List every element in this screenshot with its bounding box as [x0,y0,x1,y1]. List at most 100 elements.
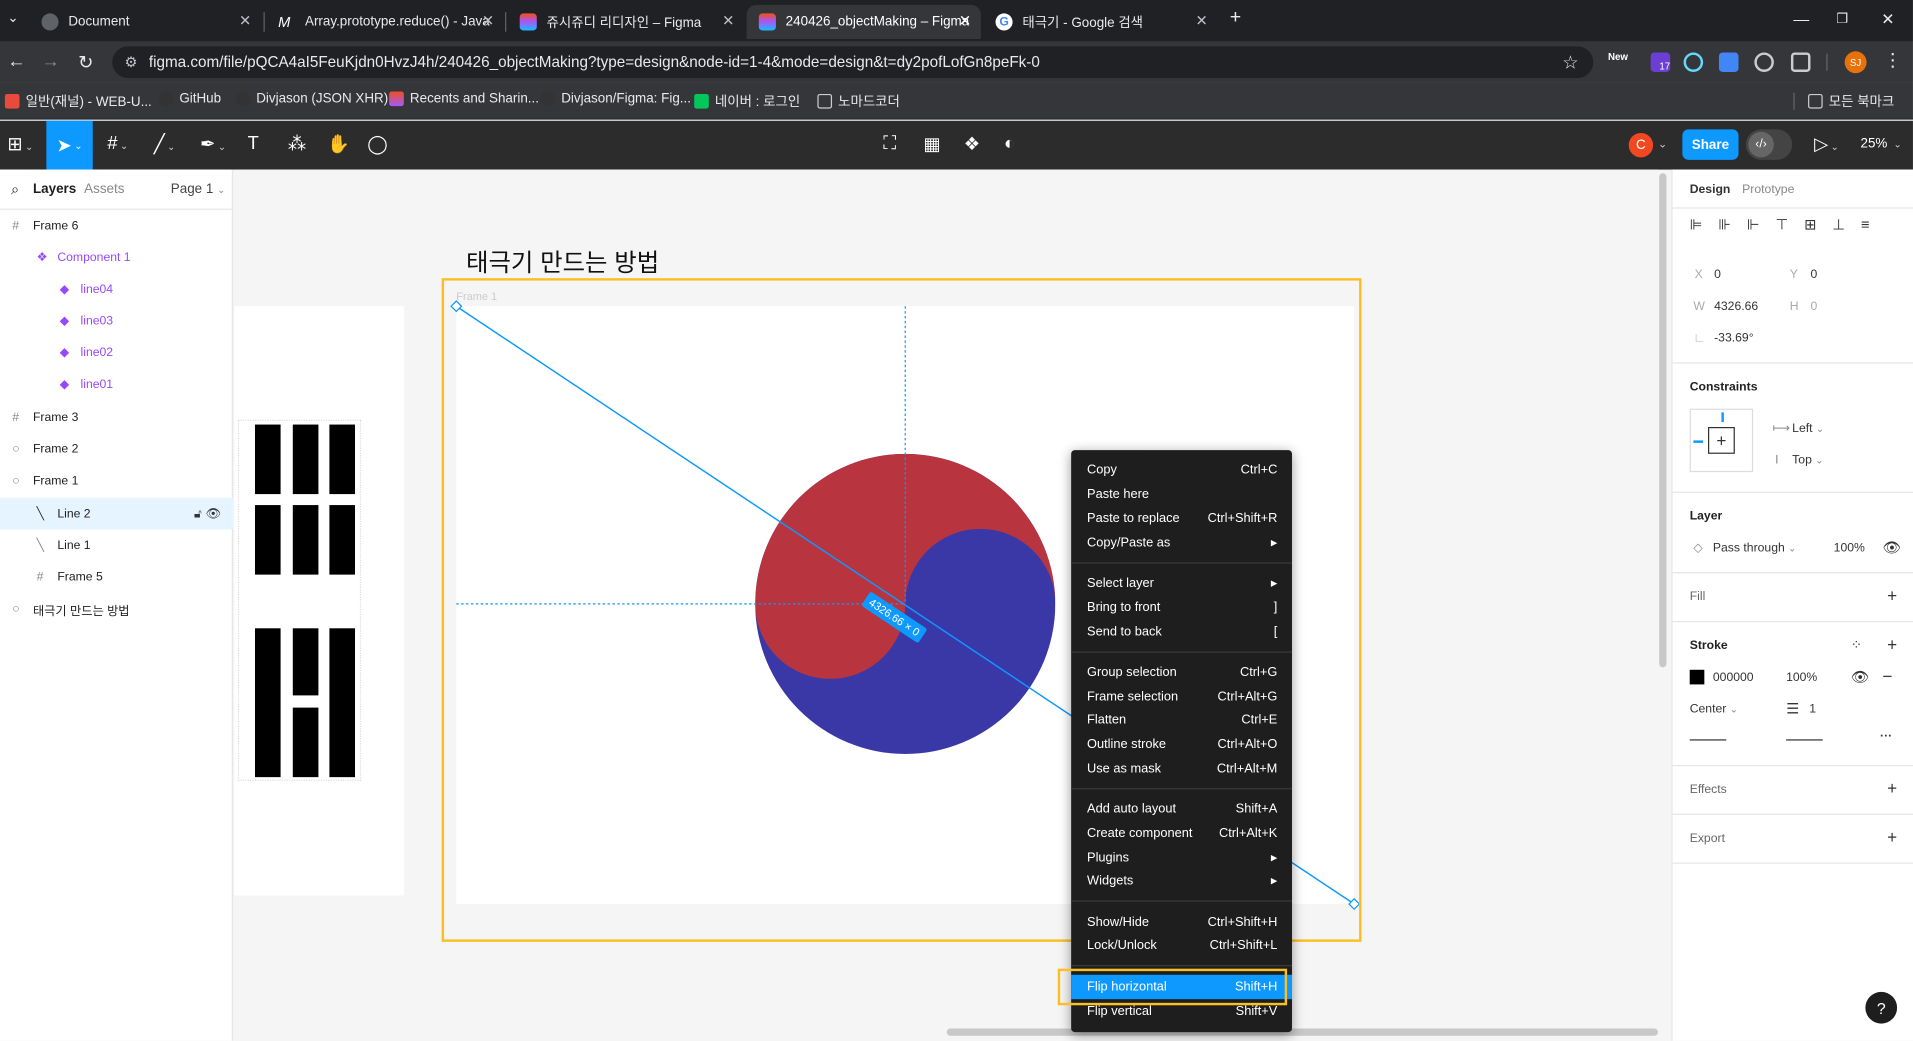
menu-item-paste-replace[interactable]: Paste to replace Ctrl+Shift+R [1071,506,1292,530]
y-field[interactable]: 0 [1810,268,1817,281]
close-icon[interactable]: ✕ [959,12,971,29]
design-canvas[interactable]: 태극기 만드는 방법 Frame 1 4326.66 × 0 [234,169,1658,1041]
frame-selection-icon[interactable]: ⛶ [883,133,896,154]
horizontal-scrollbar[interactable] [946,1028,1658,1036]
help-button[interactable]: ? [1865,991,1898,1024]
new-extension-icon[interactable]: New [1608,51,1628,62]
reload-icon[interactable]: ↻ [78,51,93,73]
dev-mode-toggle[interactable]: ‹/› [1745,129,1793,160]
share-button[interactable]: Share [1682,129,1739,160]
layer-row[interactable]: ◆ line02 [0,337,233,369]
frame-tool-icon[interactable]: # ⌄ [107,133,128,154]
text-tool-icon[interactable]: T [248,133,259,154]
page-selector[interactable]: Page 1 ⌄ [171,182,225,197]
menu-item-group[interactable]: Group selection Ctrl+G [1071,660,1292,684]
layer-row[interactable]: ◆ line04 [0,273,233,305]
add-effect-icon[interactable]: + [1887,778,1897,798]
close-icon[interactable]: ✕ [239,12,251,29]
contrast-icon[interactable]: ◐ [1004,133,1015,154]
layer-row[interactable]: # Frame 6 [0,210,233,242]
layer-row[interactable]: ◆ line01 [0,368,233,400]
add-fill-icon[interactable]: + [1887,586,1897,606]
alignment-icons[interactable]: ⊫⊪⊩⊤⊞⊥≡ [1690,216,1886,233]
bookmark-item[interactable]: GitHub [158,91,221,107]
menu-item-use-as-mask[interactable]: Use as mask Ctrl+Alt+M [1071,756,1292,780]
stroke-opacity-field[interactable]: 100% [1786,671,1817,684]
layer-row-selected[interactable]: ╲ Line 2 🔓︎ 👁︎ [0,497,234,530]
layer-row[interactable]: ❖ Component 1 [0,242,233,274]
component-icon[interactable]: ❖ [964,133,980,155]
menu-item-flatten[interactable]: Flatten Ctrl+E [1071,708,1292,732]
docs-extension-icon[interactable] [1718,52,1739,72]
rotation-field[interactable]: -33.69° [1714,332,1753,345]
stroke-start-cap[interactable] [1689,739,1727,741]
window-close-icon[interactable]: ✕ [1881,10,1894,30]
layer-row[interactable]: # Frame 3 [0,401,233,433]
lock-visibility-icons[interactable]: 🔓︎ 👁︎ [194,507,221,520]
bookmark-folder[interactable]: 노마드코더 [817,92,900,112]
react-devtools-icon[interactable] [1683,52,1704,72]
eye-icon[interactable]: 👁︎ [1882,539,1901,556]
bookmark-item[interactable]: Divjason/Figma: Fig... [540,91,691,107]
height-field[interactable]: 0 [1810,300,1817,313]
extension-badge-icon[interactable]: 17 [1650,52,1671,72]
width-field[interactable]: 4326.66 [1714,300,1758,313]
menu-item-send-back[interactable]: Send to back[ [1071,620,1292,644]
layer-row[interactable]: ○ 태극기 만드는 방법 [0,593,233,625]
all-bookmarks[interactable]: 모든 북마크 [1808,92,1894,112]
bookmark-item[interactable]: 네이버 : 로그인 [694,92,800,112]
close-icon[interactable]: ✕ [722,12,734,29]
more-options-icon[interactable]: ··· [1880,730,1892,743]
tab-figma-objectmaking[interactable]: 240426_objectMaking – Figma ✕ [746,4,981,40]
vertical-scrollbar[interactable] [1659,173,1667,668]
extensions-puzzle-icon[interactable] [1790,52,1811,72]
collaborator-avatar[interactable]: C [1628,132,1654,158]
figma-main-menu-icon[interactable]: ⊞ ⌄ [7,133,33,155]
constraint-left-dropdown[interactable]: Left ⌄ [1792,422,1824,435]
menu-item-plugins[interactable]: Plugins ▸ [1071,845,1292,869]
pen-tool-icon[interactable]: ✒ ⌄ [200,133,226,155]
chrome-menu-icon[interactable]: ⋮ [1884,49,1902,71]
close-icon[interactable]: ✕ [482,12,494,29]
menu-item-copy[interactable]: Copy Ctrl+C [1071,458,1292,482]
present-icon[interactable]: ▷ ⌄ [1814,133,1839,155]
add-stroke-icon[interactable]: + [1887,634,1897,654]
constraints-widget[interactable]: + [1689,408,1754,473]
tab-google-search[interactable]: G 태극기 - Google 검색 ✕ [983,5,1217,39]
stroke-style-icon[interactable]: ⁘ [1851,637,1862,653]
tab-assets[interactable]: Assets [84,182,124,197]
add-export-icon[interactable]: + [1887,827,1897,847]
move-tool-icon[interactable]: ➤ ⌄ [46,120,93,170]
tab-figma-redesign[interactable]: 쥬시쥬디 리디자인 – Figma ✕ [508,5,745,39]
profile-avatar[interactable]: SJ [1844,51,1867,74]
address-bar[interactable]: ⚙ figma.com/file/pQCA4aI5FeuKjdn0HvzJ4h/… [112,46,1594,79]
menu-item-paste-here[interactable]: Paste here [1071,482,1292,506]
bookmark-item[interactable]: Recents and Sharin... [389,91,539,107]
menu-item-copy-paste-as[interactable]: Copy/Paste as ▸ [1071,531,1292,555]
tab-document[interactable]: Document ✕ [29,5,261,39]
stroke-end-cap[interactable] [1786,739,1823,741]
minimize-icon[interactable]: — [1793,10,1809,28]
stroke-weight-field[interactable]: 1 [1809,703,1816,716]
blend-mode-dropdown[interactable]: Pass through ⌄ [1713,542,1796,555]
close-icon[interactable]: ✕ [1196,12,1208,29]
menu-item-select-layer[interactable]: Select layer ▸ [1071,571,1292,595]
new-tab-button[interactable]: + [1230,7,1241,29]
menu-item-bring-front[interactable]: Bring to front] [1071,595,1292,619]
resources-tool-icon[interactable]: ⁂ [288,133,306,155]
menu-item-outline-stroke[interactable]: Outline stroke Ctrl+Alt+O [1071,732,1292,756]
remove-stroke-icon[interactable]: − [1882,666,1892,686]
menu-item-create-component[interactable]: Create component Ctrl+Alt+K [1071,821,1292,845]
x-field[interactable]: 0 [1714,268,1721,281]
restore-icon[interactable]: ❐ [1836,11,1848,27]
layer-row[interactable]: ◆ line03 [0,305,233,337]
stroke-align-dropdown[interactable]: Center ⌄ [1690,703,1738,716]
eye-icon[interactable]: 👁︎ [1851,669,1870,686]
hand-tool-icon[interactable]: ✋ [327,133,350,155]
constraint-top-dropdown[interactable]: Top ⌄ [1792,454,1823,467]
site-settings-icon[interactable]: ⚙ [124,54,137,71]
layer-row[interactable]: ○ Frame 1 [0,465,233,497]
layer-row[interactable]: ╲ Line 1 [0,529,233,561]
search-icon[interactable]: ⌕ [11,181,19,199]
tab-layers[interactable]: Layers [33,182,76,197]
